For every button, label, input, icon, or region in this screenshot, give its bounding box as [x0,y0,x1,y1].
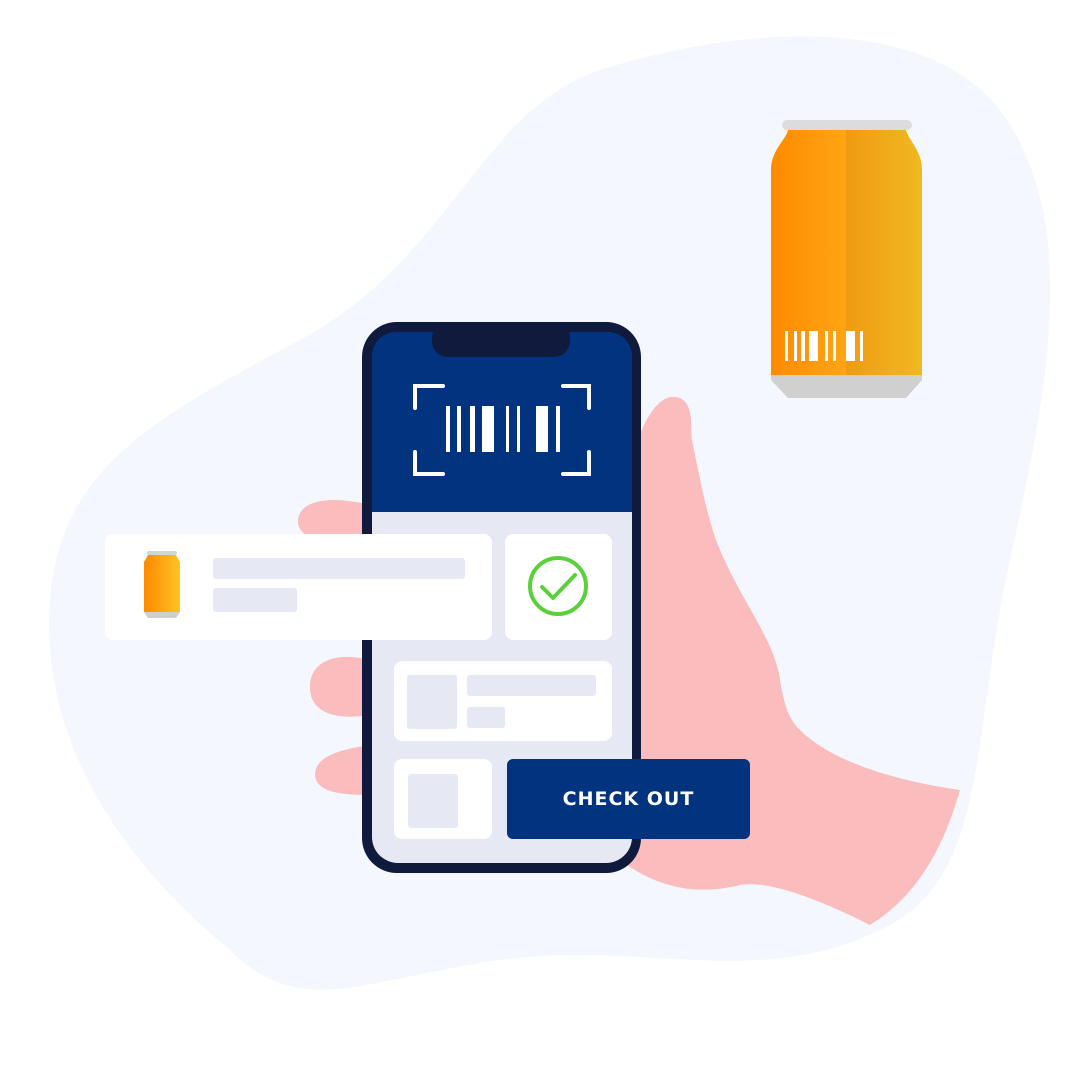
phone-notch [432,322,570,357]
scan-to-checkout-illustration: CHECK OUT [0,0,1080,1080]
scanner-header [371,331,632,512]
illustration-canvas [49,36,1051,990]
check-out-button[interactable]: CHECK OUT [507,759,750,839]
soda-can-icon [144,551,180,618]
product-card [105,534,492,640]
soda-can-icon [771,120,922,398]
status-card [505,534,612,640]
